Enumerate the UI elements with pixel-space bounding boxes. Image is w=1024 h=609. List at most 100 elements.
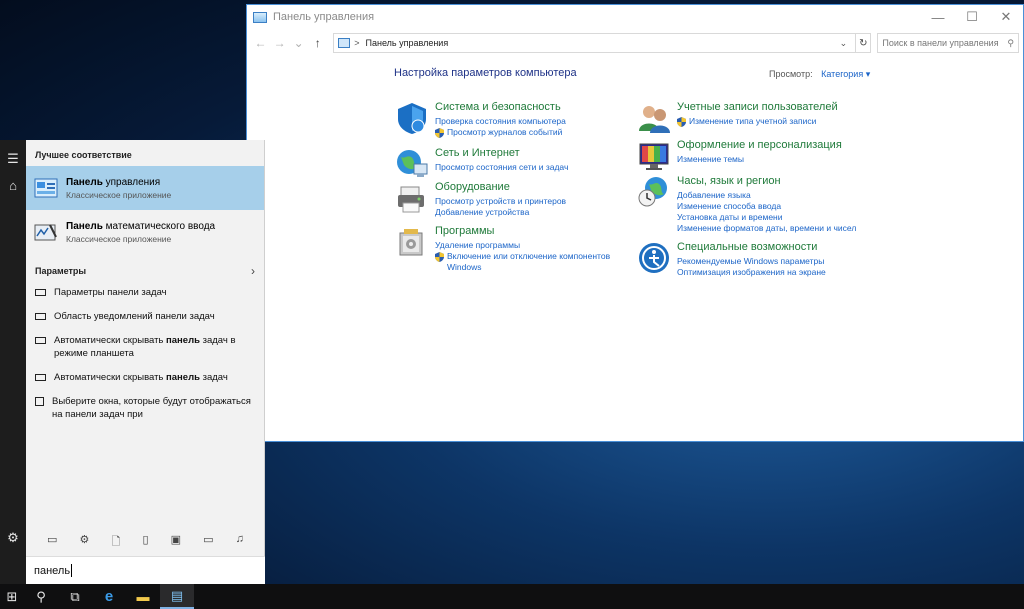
category-link[interactable]: Добавление языка	[677, 190, 856, 201]
file-explorer-icon[interactable]: ▬	[126, 584, 160, 609]
category-link[interactable]: Изменение способа ввода	[677, 201, 856, 212]
category-link[interactable]: Изменение типа учетной записи	[677, 116, 838, 127]
category-title[interactable]: Учетные записи пользователей	[677, 101, 838, 114]
result-type: Классическое приложение	[66, 233, 172, 244]
result-name: Панель математического ввода	[66, 220, 216, 232]
search-input[interactable]: Поиск в панели управления ⚲	[877, 33, 1019, 53]
category-title[interactable]: Система и безопасность	[435, 101, 566, 114]
window-icon	[35, 397, 44, 406]
home-icon[interactable]: ⌂	[0, 172, 26, 198]
category-link[interactable]: Включение или отключение компонентов	[435, 251, 610, 262]
category-accessibility: Специальные возможности Рекомендуемые Wi…	[637, 241, 826, 278]
category-title[interactable]: Оформление и персонализация	[677, 139, 842, 152]
category-appearance: Оформление и персонализация Изменение те…	[637, 139, 842, 173]
settings-gear-icon[interactable]: ⚙	[0, 525, 26, 551]
filter-photos-icon[interactable]: ▣	[171, 533, 181, 552]
control-panel-app-icon	[253, 11, 267, 23]
breadcrumb-separator[interactable]: >	[354, 38, 359, 48]
category-link[interactable]: Удаление программы	[435, 240, 610, 251]
start-search-input[interactable]: панель	[26, 556, 265, 584]
uac-shield-icon	[435, 252, 444, 262]
programs-icon[interactable]	[395, 225, 429, 259]
appearance-icon[interactable]	[637, 139, 671, 173]
search-placeholder: Поиск в панели управления	[882, 38, 999, 48]
close-button[interactable]: ✕	[989, 5, 1023, 29]
result-name: Панель управления	[66, 176, 161, 188]
edge-browser-icon[interactable]: e	[92, 584, 126, 609]
view-by: Просмотр: Категория ▾	[769, 69, 870, 80]
category-programs: Программы Удаление программы Включение и…	[395, 225, 610, 273]
users-icon[interactable]	[637, 101, 671, 135]
breadcrumb-control-panel[interactable]: Панель управления	[366, 38, 840, 48]
category-link[interactable]: Добавление устройства	[435, 207, 566, 218]
setting-notification-area[interactable]: Область уведомлений панели задач	[26, 310, 264, 323]
category-link[interactable]: Изменение темы	[677, 154, 842, 165]
result-control-panel[interactable]: Панель управления Классическое приложени…	[26, 166, 264, 210]
category-link[interactable]: Windows	[435, 262, 610, 273]
setting-choose-windows[interactable]: Выберите окна, которые будут отображатьс…	[26, 395, 264, 421]
window-title: Панель управления	[273, 11, 375, 23]
filter-apps-icon[interactable]: ▭	[47, 533, 57, 552]
category-link[interactable]: Просмотр состояния сети и задач	[435, 162, 568, 173]
maximize-button[interactable]: ☐	[955, 5, 989, 29]
setting-taskbar[interactable]: Параметры панели задач	[26, 286, 264, 299]
taskbar-icon	[35, 313, 46, 320]
navigation-bar: ← → ⌄ ↑ > Панель управления ⌄ ↻ Поиск в …	[247, 29, 1023, 57]
search-results-panel: Лучшее соответствие Панель управления Кл…	[26, 140, 265, 584]
control-panel-window: Панель управления — ☐ ✕ ← → ⌄ ↑ > Панель…	[246, 4, 1024, 442]
category-link[interactable]: Проверка состояния компьютера	[435, 116, 566, 127]
start-windows-icon[interactable]: ⊞	[0, 584, 24, 609]
network-icon[interactable]	[395, 147, 429, 181]
taskbar-icon	[35, 337, 46, 344]
category-system-security: Система и безопасность Проверка состояни…	[395, 101, 566, 138]
minimize-button[interactable]: —	[921, 5, 955, 29]
category-title[interactable]: Специальные возможности	[677, 241, 826, 254]
filter-settings-icon[interactable]: ⚙	[80, 533, 90, 552]
result-math-input-panel[interactable]: Панель математического ввода Классическо…	[26, 210, 264, 254]
refresh-button[interactable]: ↻	[856, 33, 872, 53]
category-link[interactable]: Рекомендуемые Windows параметры	[677, 256, 826, 267]
uac-shield-icon	[435, 128, 444, 138]
setting-autohide-tablet[interactable]: Автоматически скрывать панель задач в ре…	[26, 334, 264, 360]
search-filter-bar: ▭ ⚙ 🗋 ▯ ▣ ▭ ♫	[26, 533, 265, 552]
forward-button[interactable]: →	[270, 36, 289, 50]
category-title[interactable]: Часы, язык и регион	[677, 175, 856, 188]
printer-icon[interactable]	[395, 181, 429, 215]
search-query: панель	[34, 564, 71, 577]
address-bar[interactable]: > Панель управления ⌄	[333, 33, 857, 53]
shield-icon[interactable]	[395, 101, 429, 135]
address-dropdown-button[interactable]: ⌄	[840, 38, 848, 49]
category-title[interactable]: Сеть и Интернет	[435, 147, 568, 160]
search-icon[interactable]: ⚲	[24, 584, 58, 609]
category-link[interactable]: Изменение форматов даты, времени и чисел	[677, 223, 856, 234]
control-panel-taskbar-icon[interactable]: ▤	[160, 584, 194, 609]
filter-videos-icon[interactable]: ▭	[203, 533, 213, 552]
category-link[interactable]: Просмотр журналов событий	[435, 127, 566, 138]
accessibility-icon[interactable]	[637, 241, 671, 275]
text-caret	[71, 564, 73, 577]
up-button[interactable]: ↑	[308, 36, 327, 50]
category-title[interactable]: Программы	[435, 225, 610, 238]
category-link[interactable]: Установка даты и времени	[677, 212, 856, 223]
recent-locations-dropdown[interactable]: ⌄	[289, 36, 308, 50]
category-link[interactable]: Просмотр устройств и принтеров	[435, 196, 566, 207]
filter-documents-icon[interactable]: 🗋	[112, 533, 121, 552]
page-title: Настройка параметров компьютера	[394, 67, 577, 79]
filter-folders-icon[interactable]: ▯	[142, 533, 148, 552]
category-network: Сеть и Интернет Просмотр состояния сети …	[395, 147, 568, 181]
hamburger-menu-icon[interactable]: ☰	[0, 146, 26, 172]
clock-globe-icon[interactable]	[637, 175, 671, 209]
best-match-header: Лучшее соответствие	[35, 150, 132, 160]
title-bar[interactable]: Панель управления — ☐ ✕	[247, 5, 1023, 29]
back-button[interactable]: ←	[251, 36, 270, 50]
task-view-icon[interactable]: ⧉	[58, 584, 92, 609]
taskbar-icon	[35, 374, 46, 381]
view-by-dropdown[interactable]: Категория ▾	[821, 69, 870, 79]
category-title[interactable]: Оборудование	[435, 181, 566, 194]
category-link[interactable]: Оптимизация изображения на экране	[677, 267, 826, 278]
category-clock-region: Часы, язык и регион Добавление языка Изм…	[637, 175, 856, 234]
settings-header[interactable]: Параметры ›	[26, 254, 264, 286]
view-by-label: Просмотр:	[769, 69, 813, 79]
filter-music-icon[interactable]: ♫	[236, 533, 244, 552]
setting-autohide[interactable]: Автоматически скрывать панель задач	[26, 371, 264, 384]
